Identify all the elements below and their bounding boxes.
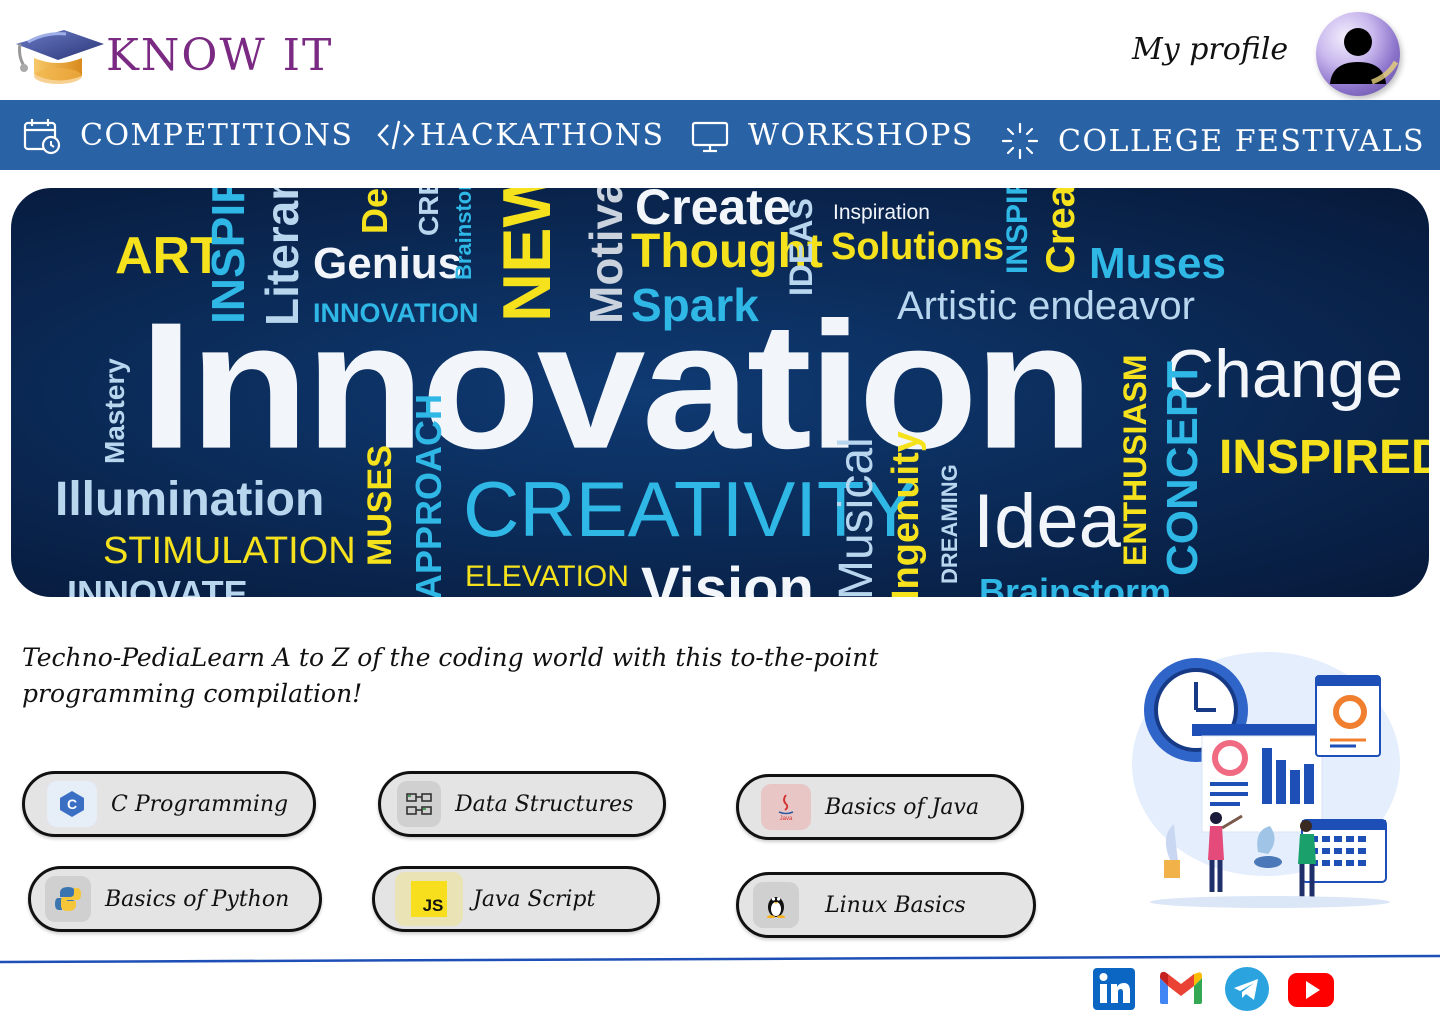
banner-word: Creativity: [1039, 188, 1083, 274]
banner-word: Ingenuity: [885, 431, 927, 597]
nav-label-competitions: COMPETITIONS: [80, 117, 354, 153]
linkedin-link[interactable]: [1092, 966, 1138, 1012]
banner-word: ENTHUSIASM: [1117, 354, 1153, 566]
banner-word: STIMULATION: [103, 530, 356, 572]
header: KNOW IT My profile: [0, 0, 1440, 100]
my-profile-link[interactable]: My profile: [1132, 32, 1288, 67]
nav-item-hackathons[interactable]: HACKATHONS: [376, 100, 665, 170]
course-label: Linux Basics: [825, 892, 966, 918]
banner-word: DREAMING: [937, 464, 962, 584]
linkedin-icon: [1093, 968, 1135, 1010]
banner-word: Vision: [641, 556, 814, 598]
calendar-clock-icon: [23, 119, 61, 155]
brand-name[interactable]: KNOW IT: [106, 30, 333, 81]
banner-word: Muses: [1089, 239, 1226, 288]
banner-word: Genius: [313, 239, 463, 288]
banner-word: MUSES: [361, 445, 399, 566]
banner-word: INSPIRED: [1219, 431, 1429, 484]
banner-word: IDEAS: [783, 198, 819, 296]
sparkle-icon: [1001, 122, 1039, 160]
nav-item-college-festivals[interactable]: COLLEGE FESTIVALS: [1000, 106, 1425, 176]
youtube-link[interactable]: [1288, 966, 1334, 1012]
main-nav: COMPETITIONS HACKATHONS WORKSHOPS COLLEG…: [0, 100, 1440, 170]
analytics-illustration: [1132, 652, 1400, 908]
banner-word: Inspiration: [833, 201, 930, 224]
c-language-icon: C: [47, 781, 97, 827]
banner-word: ELEVATION: [465, 560, 629, 593]
svg-text:C: C: [67, 796, 77, 812]
nav-item-competitions[interactable]: COMPETITIONS: [22, 100, 353, 170]
banner-word: CREATE: [413, 188, 444, 236]
youtube-icon: [1288, 973, 1334, 1007]
banner-word: Solutions: [831, 226, 1005, 268]
banner-word: APPROACH: [408, 393, 449, 597]
linux-icon: [753, 882, 799, 928]
monitor-icon: [691, 121, 729, 153]
course-javascript-button[interactable]: JS Java Script: [372, 866, 660, 932]
course-description: Techno-PediaLearn A to Z of the coding w…: [22, 643, 879, 708]
banner-word: Mastery: [99, 358, 130, 464]
nav-label-college-festivals: COLLEGE FESTIVALS: [1058, 123, 1426, 159]
banner-word: Brainstorm: [979, 571, 1172, 598]
innovation-banner: ART INSPIRE Literary Genius INNOVATION D…: [11, 188, 1429, 597]
banner-word: INSPIRE: [1001, 188, 1034, 274]
course-label: Java Script: [473, 886, 596, 912]
nav-item-workshops[interactable]: WORKSHOPS: [690, 100, 974, 170]
course-linux-button[interactable]: Linux Basics: [736, 872, 1036, 938]
course-python-button[interactable]: Basics of Python: [28, 866, 322, 932]
banner-word: CONCEPT: [1158, 360, 1207, 576]
banner-word: Musical: [830, 437, 883, 597]
banner-word: Illumination: [55, 473, 325, 526]
course-c-programming-button[interactable]: C C Programming: [22, 771, 316, 837]
nav-label-hackathons: HACKATHONS: [420, 117, 665, 153]
banner-word: Idea: [973, 479, 1121, 564]
banner-word: INNOVATE: [67, 573, 248, 598]
profile-avatar[interactable]: [1316, 12, 1400, 96]
course-label: Basics of Java: [825, 794, 980, 820]
svg-text:Java: Java: [780, 816, 793, 822]
course-data-structures-button[interactable]: Data Structures: [378, 771, 666, 837]
banner-word: Design: [354, 188, 395, 234]
python-icon: [45, 876, 91, 922]
java-icon: Java: [761, 784, 811, 830]
gmail-icon: [1160, 971, 1202, 1004]
banner-main-word: Innovation: [139, 284, 1094, 487]
nav-label-workshops: WORKSHOPS: [748, 117, 974, 153]
telegram-link[interactable]: [1224, 966, 1270, 1012]
code-icon: [377, 120, 415, 150]
gmail-link[interactable]: [1158, 966, 1204, 1012]
footer-divider: [0, 954, 1440, 964]
course-label: Data Structures: [455, 791, 634, 817]
javascript-icon: JS: [395, 872, 463, 926]
banner-word: Brainstorm: [451, 188, 476, 280]
telegram-icon: [1225, 967, 1269, 1011]
svg-text:JS: JS: [423, 896, 444, 915]
data-structure-icon: [397, 781, 441, 827]
course-java-button[interactable]: Java Basics of Java: [736, 774, 1024, 840]
course-label: C Programming: [111, 791, 289, 817]
graduation-cap-logo-icon[interactable]: [16, 22, 106, 102]
user-icon: [1330, 28, 1399, 85]
course-label: Basics of Python: [105, 886, 290, 912]
